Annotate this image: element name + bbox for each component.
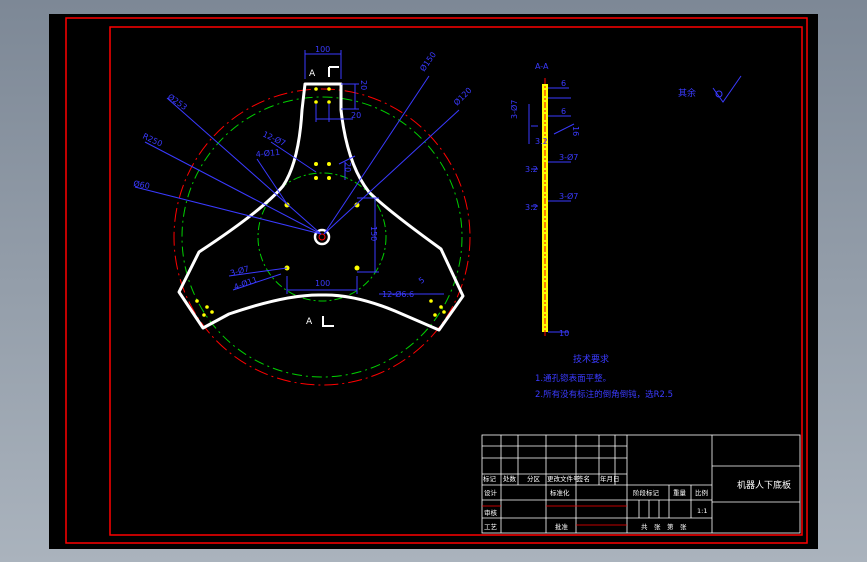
- tb-weight: 重量: [673, 489, 687, 497]
- tb-scale: 比例: [695, 488, 708, 497]
- dim-top-height: 20: [359, 80, 368, 90]
- holes-label-a: 12-Ø7: [261, 129, 287, 148]
- sec-dim-6a: 6: [561, 79, 566, 88]
- section-title: A-A: [535, 62, 549, 71]
- tb-zone: 分区: [527, 474, 541, 483]
- tb-stage-mark: 阶段标记: [633, 488, 660, 497]
- dim-spacing-v: 20: [343, 162, 352, 172]
- tb-scale-value: 1:1: [697, 507, 707, 515]
- sec-dim-16: 16: [571, 126, 580, 136]
- plate-outline: [177, 82, 465, 332]
- sec-dim-32a: 3.2: [525, 165, 538, 174]
- top-view: [134, 50, 471, 386]
- dim-120: Ø120: [451, 85, 473, 107]
- tb-approve: 批准: [555, 522, 569, 531]
- dim-small-5: 5: [417, 275, 426, 285]
- tb-count: 处数: [503, 474, 517, 483]
- tb-change-doc: 更改文件号: [547, 474, 580, 483]
- sec-dim-32c: 3.2: [535, 137, 548, 146]
- tech-line-1: 1.通孔锪表面平整。: [535, 373, 611, 384]
- tech-line-2: 2.所有没有标注的倒角倒钝，选R2.5: [535, 389, 673, 400]
- holes-label-b: 4-Ø11: [255, 147, 280, 159]
- green-centerline-circle: [181, 96, 463, 378]
- drawing-sheet[interactable]: 100 20 20 Ø253 R250 Ø60 Ø150 Ø120 12-Ø7 …: [49, 14, 818, 549]
- tb-date: 年月日: [600, 474, 620, 483]
- sec-dim-10: 10: [559, 329, 569, 338]
- tb-check: 审核: [484, 508, 498, 517]
- holes-label-c: 3-Ø7: [229, 263, 250, 278]
- dim-150: Ø150: [417, 50, 438, 73]
- cad-viewport[interactable]: 100 20 20 Ø253 R250 Ø60 Ø150 Ø120 12-Ø7 …: [49, 14, 818, 549]
- sec-dim-3-7b: 3-Ø7: [559, 152, 578, 162]
- dim-60: Ø60: [133, 178, 151, 191]
- dim-150-v: 150: [369, 226, 378, 241]
- sec-dim-6b: 6: [561, 107, 566, 116]
- holes-label-e: 12-Ø6.6: [382, 289, 414, 299]
- drawing-name: 机器人下底板: [737, 479, 791, 491]
- holes-label-d: 4-Ø11: [232, 274, 258, 292]
- dim-large-dia: Ø253: [166, 91, 189, 112]
- tb-signature: 签名: [577, 474, 590, 483]
- sec-dim-32b: 3.2: [525, 203, 538, 212]
- tb-process: 工艺: [484, 523, 498, 531]
- sec-dim-3-7c: 3-Ø7: [559, 191, 578, 201]
- surface-symbol: [712, 75, 742, 103]
- marker-top: A: [309, 69, 316, 79]
- dim-top-width: 100: [315, 45, 330, 54]
- surface-label: 其余: [678, 87, 696, 99]
- dimension-lines: [134, 50, 460, 295]
- tb-standardize: 标准化: [550, 488, 570, 497]
- dim-bottom-width: 100: [315, 279, 330, 288]
- marker-bottom: A: [306, 317, 313, 327]
- sec-dim-3-7a: 3-Ø7: [509, 100, 519, 119]
- tb-design: 设计: [484, 488, 498, 497]
- tech-title: 技术要求: [573, 353, 609, 365]
- tb-mark: 标记: [483, 474, 497, 483]
- dim-hole-spacing: 20: [351, 111, 361, 120]
- tb-sheets: 共 张 第 张: [641, 522, 687, 531]
